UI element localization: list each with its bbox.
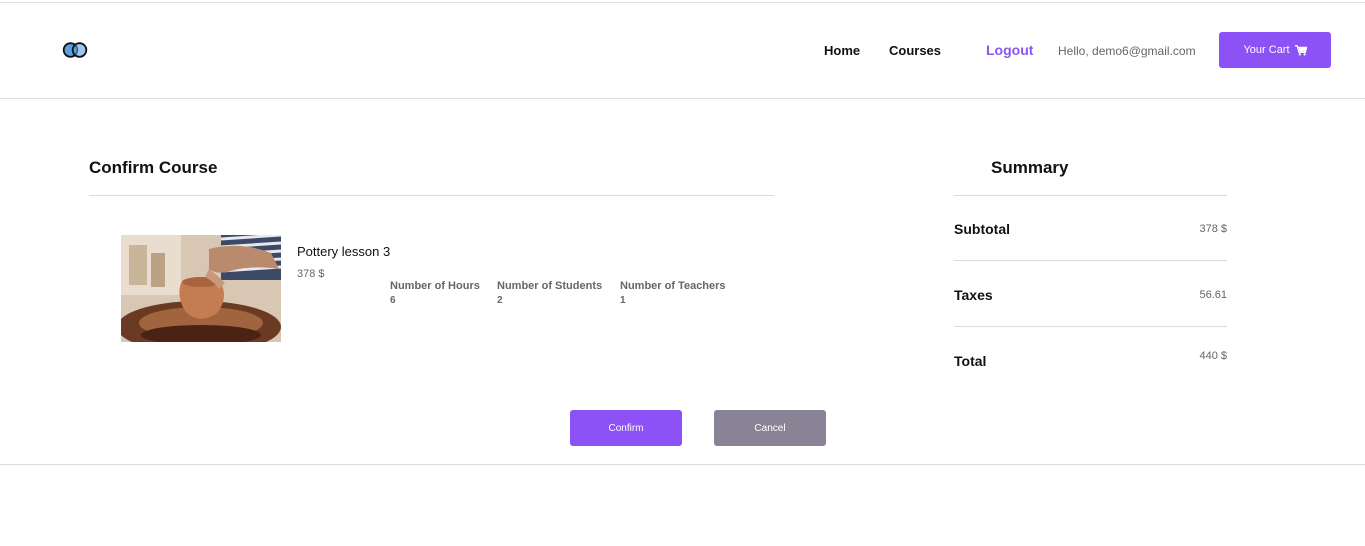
confirm-divider bbox=[89, 195, 774, 196]
stat-hours-label: Number of Hours bbox=[390, 280, 480, 292]
summary-divider bbox=[954, 195, 1227, 196]
stat-teachers: Number of Teachers 1 bbox=[620, 280, 726, 306]
stat-teachers-label: Number of Teachers bbox=[620, 280, 726, 292]
nav-home-link[interactable]: Home bbox=[824, 43, 860, 58]
nav-courses-link[interactable]: Courses bbox=[889, 43, 941, 58]
pottery-wheel-image bbox=[121, 235, 281, 342]
total-value: 440 $ bbox=[1199, 350, 1227, 362]
stat-hours: Number of Hours 6 bbox=[390, 280, 480, 306]
stat-hours-value: 6 bbox=[390, 295, 396, 306]
course-name: Pottery lesson 3 bbox=[297, 244, 391, 259]
user-greeting: Hello, demo6@gmail.com bbox=[1058, 44, 1196, 58]
confirm-course-title: Confirm Course bbox=[89, 158, 218, 177]
confirm-button[interactable]: Confirm bbox=[570, 410, 682, 446]
course-image bbox=[121, 235, 281, 342]
site-header: Home Courses Logout Hello, demo6@gmail.c… bbox=[0, 3, 1365, 99]
summary-divider bbox=[954, 326, 1227, 327]
shopping-cart-icon bbox=[1294, 44, 1307, 55]
cart-button-label: Your Cart bbox=[1243, 44, 1290, 56]
footer-divider bbox=[0, 464, 1365, 465]
subtotal-label: Subtotal bbox=[954, 221, 1010, 237]
course-price: 378 $ bbox=[297, 268, 325, 280]
stat-students-label: Number of Students bbox=[497, 280, 603, 292]
taxes-label: Taxes bbox=[954, 287, 993, 303]
total-label: Total bbox=[954, 353, 987, 369]
stat-students: Number of Students 2 bbox=[497, 280, 602, 306]
stat-teachers-value: 1 bbox=[620, 295, 626, 306]
cancel-button[interactable]: Cancel bbox=[714, 410, 826, 446]
taxes-value: 56.61 bbox=[1199, 289, 1227, 301]
nav-logout-link[interactable]: Logout bbox=[986, 42, 1033, 58]
summary-divider bbox=[954, 260, 1227, 261]
your-cart-button[interactable]: Your Cart bbox=[1219, 32, 1331, 68]
summary-title: Summary bbox=[991, 158, 1069, 177]
stat-students-value: 2 bbox=[497, 295, 503, 306]
subtotal-value: 378 $ bbox=[1199, 223, 1227, 235]
interlocking-rings-icon[interactable] bbox=[62, 41, 88, 59]
